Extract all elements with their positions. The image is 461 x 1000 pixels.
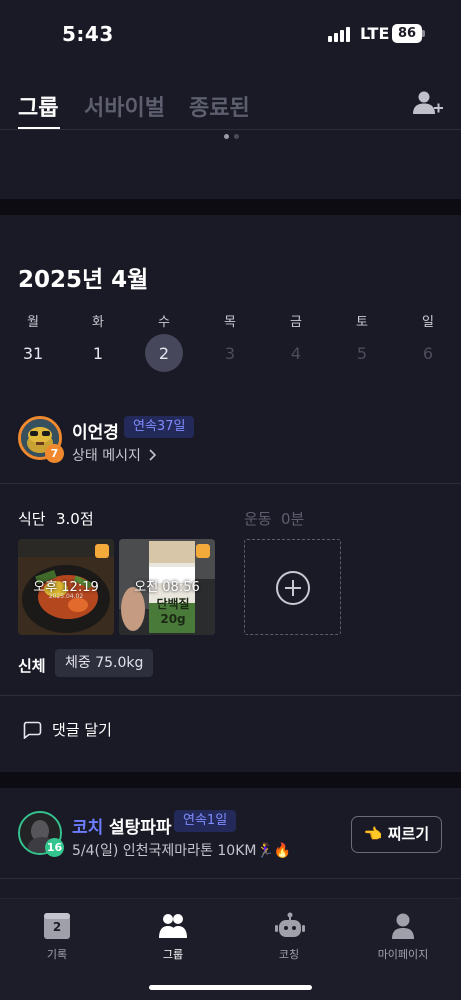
section-separator (0, 199, 461, 215)
tab-divider (0, 129, 461, 130)
plus-circle-icon (276, 571, 310, 605)
divider (0, 878, 461, 879)
nav-group[interactable]: 그룹 (128, 912, 218, 962)
battery-icon: 86 (392, 24, 422, 43)
product-label: 단백질 20g (156, 597, 190, 626)
photo-flag-icon (95, 544, 109, 558)
status-message[interactable]: 상태 메시지 (72, 445, 158, 465)
nav-label: 그룹 (162, 948, 184, 961)
weekday-label: 화 (92, 315, 104, 330)
nav-label: 코칭 (278, 948, 300, 961)
calendar-day: 3 (224, 344, 236, 363)
tab-group[interactable]: 그룹 (18, 90, 58, 122)
battery-tip (422, 30, 425, 37)
nav-label: 기록 (46, 948, 68, 961)
calendar-day-badge: 2 (52, 920, 62, 934)
weekday-label: 일 (422, 315, 434, 330)
meal-photo[interactable]: 오전 08:56 단백질 20g (119, 539, 215, 635)
weekday-label: 수 (158, 315, 170, 330)
comment-label: 댓글 달기 (52, 721, 112, 739)
exercise-value: 0분 (281, 510, 305, 528)
member-name[interactable]: 이언경 (72, 418, 119, 443)
page-indicator (224, 134, 239, 139)
photo-flag-icon (196, 544, 210, 558)
photo-time: 오전 08:56 (134, 580, 200, 595)
level-badge: 7 (45, 444, 64, 463)
tab-survival[interactable]: 서바이벌 (84, 90, 165, 122)
section-separator (0, 772, 461, 788)
group-icon (159, 912, 187, 940)
streak-badge: 연속37일 (124, 416, 195, 438)
tab-ended[interactable]: 종료된 (189, 90, 250, 122)
calendar-day: 5 (356, 344, 368, 363)
comment-bubble-icon (23, 721, 42, 739)
coach-tag: 코치 (72, 818, 104, 838)
calendar-day[interactable]: 1 (78, 344, 118, 364)
add-exercise-button[interactable] (244, 539, 341, 635)
comment-button[interactable]: 댓글 달기 (22, 719, 112, 740)
coach-name[interactable]: 설탕파파 (109, 813, 172, 838)
poke-button[interactable]: 👈 찌르기 (351, 816, 442, 853)
month-title: 2025년 4월 (18, 267, 149, 293)
weekday-label: 목 (224, 315, 236, 330)
status-time: 5:43 (62, 22, 114, 46)
coach-level-badge: 16 (45, 838, 64, 857)
network-type: LTE (360, 24, 390, 43)
calendar-day-selected[interactable]: 2 (144, 344, 184, 364)
divider (0, 483, 461, 484)
robot-icon (275, 912, 305, 940)
nav-mypage[interactable]: 마이페이지 (358, 912, 448, 962)
coach-streak-badge: 연속1일 (174, 810, 237, 832)
calendar-day[interactable]: 31 (13, 344, 53, 364)
calendar-icon: 2 (43, 912, 71, 940)
calendar-day: 6 (422, 344, 434, 363)
body-label: 신체 (18, 657, 46, 675)
weekday-label: 토 (356, 315, 368, 330)
nav-record[interactable]: 2 기록 (12, 912, 102, 962)
chevron-right-icon (149, 449, 157, 461)
diet-score: 3.0점 (56, 510, 94, 528)
meal-photo[interactable]: 오후 12:19 2025.04.02 (18, 539, 114, 635)
person-icon (389, 912, 417, 940)
weekday-label: 금 (290, 315, 302, 330)
nav-label: 마이페이지 (377, 948, 429, 961)
exercise-label: 운동 (244, 510, 272, 528)
signal-icon (328, 26, 350, 42)
photo-date: 2025.04.02 (48, 593, 84, 600)
diet-label: 식단 (18, 510, 46, 528)
weight-chip: 체중 75.0kg (55, 649, 154, 677)
weekday-label: 월 (27, 315, 39, 330)
coach-status-message: 5/4(일) 인천국제마라톤 10KM🏃‍♀️🔥 (72, 843, 292, 859)
calendar-day: 4 (290, 344, 302, 363)
nav-coaching[interactable]: 코칭 (244, 912, 334, 962)
status-message-label: 상태 메시지 (72, 448, 141, 464)
divider (0, 695, 461, 696)
add-person-icon[interactable] (412, 90, 444, 118)
home-indicator[interactable] (149, 985, 312, 990)
